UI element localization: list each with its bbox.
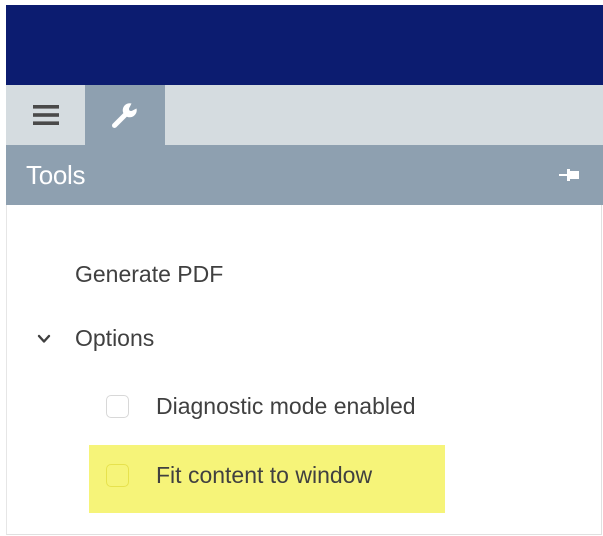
tools-panel-header: Tools bbox=[6, 145, 603, 205]
panel-title: Tools bbox=[26, 160, 86, 190]
fit-content-label: Fit content to window bbox=[156, 462, 373, 488]
fit-content-checkbox[interactable] bbox=[106, 464, 129, 487]
tab-menu[interactable] bbox=[6, 85, 85, 145]
diagnostic-mode-label: Diagnostic mode enabled bbox=[156, 393, 416, 419]
pin-icon[interactable] bbox=[559, 167, 581, 183]
sidebar-tab-strip bbox=[6, 85, 603, 145]
wrench-icon bbox=[112, 103, 137, 128]
options-label: Options bbox=[75, 325, 155, 351]
generate-pdf-link[interactable]: Generate PDF bbox=[75, 261, 223, 288]
app-frame: Tools Generate PDF Options Diagnostic mo… bbox=[6, 5, 603, 536]
tab-tools[interactable] bbox=[85, 85, 165, 145]
top-banner bbox=[6, 5, 603, 85]
diagnostic-mode-checkbox[interactable] bbox=[106, 395, 129, 418]
chevron-down-icon bbox=[37, 334, 51, 343]
tools-panel-body: Generate PDF Options Diagnostic mode ena… bbox=[6, 205, 602, 535]
hamburger-menu-icon bbox=[32, 105, 59, 125]
